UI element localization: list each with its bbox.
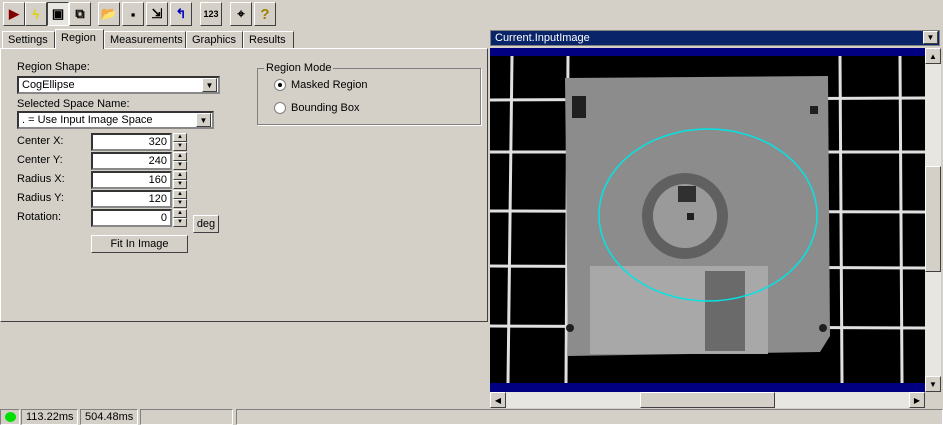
field-input[interactable]: 240 bbox=[91, 152, 172, 170]
region-mode-group: Region Mode Masked Region Bounding Box bbox=[257, 62, 481, 125]
help-icon: ? bbox=[260, 5, 270, 23]
status-time-1: 113.22ms bbox=[21, 409, 78, 425]
vertical-scroll-thumb[interactable] bbox=[925, 166, 941, 272]
chevron-down-icon[interactable]: ▼ bbox=[196, 113, 211, 127]
region-mode-option[interactable]: Masked Region bbox=[274, 79, 367, 91]
spin-button[interactable]: ▲ ▼ bbox=[173, 133, 187, 151]
scroll-up-button[interactable]: ▲ bbox=[925, 48, 941, 64]
spin-up-icon[interactable]: ▲ bbox=[173, 171, 187, 180]
vertical-scrollbar[interactable]: ▲ ▼ bbox=[925, 48, 941, 392]
spin-down-icon[interactable]: ▼ bbox=[173, 218, 187, 227]
region-shape-dropdown[interactable]: CogEllipse ▼ bbox=[17, 76, 220, 94]
numeric-display-button[interactable]: 123 bbox=[200, 2, 222, 26]
numeric-display-icon: 123 bbox=[203, 9, 219, 19]
tool-properties-icon: ⌖ bbox=[237, 6, 245, 21]
scroll-left-button[interactable]: ◀ bbox=[490, 392, 506, 408]
show-image-icon: ▣ bbox=[51, 6, 65, 21]
tab-results[interactable]: Results bbox=[243, 31, 294, 49]
image-selector-dropdown[interactable]: Current.InputImage ▼ bbox=[490, 30, 940, 46]
space-name-dropdown[interactable]: . = Use Input Image Space ▼ bbox=[17, 111, 214, 129]
radio-icon[interactable] bbox=[274, 79, 286, 91]
status-indicator bbox=[0, 409, 20, 425]
field-label: Center X: bbox=[17, 135, 64, 147]
tab-settings[interactable]: Settings bbox=[2, 31, 55, 49]
tab-region[interactable]: Region bbox=[55, 29, 104, 49]
field-label: Radius Y: bbox=[17, 192, 64, 204]
lightning-button[interactable]: ϟ bbox=[25, 2, 47, 26]
save-as-icon: ⇲ bbox=[151, 6, 163, 21]
spin-button[interactable]: ▲ ▼ bbox=[173, 209, 187, 227]
save-as-button[interactable]: ⇲ bbox=[146, 2, 168, 26]
horizontal-scroll-thumb[interactable] bbox=[640, 392, 775, 408]
scroll-right-button[interactable]: ▶ bbox=[909, 392, 925, 408]
tab-measurements[interactable]: Measurements bbox=[104, 31, 186, 49]
float-window-button[interactable]: ⧉ bbox=[69, 2, 91, 26]
fit-in-image-button[interactable]: Fit In Image bbox=[91, 235, 188, 253]
status-pane-3 bbox=[140, 409, 233, 425]
show-image-button[interactable]: ▣ bbox=[47, 2, 69, 26]
reset-icon: ↰ bbox=[175, 6, 187, 21]
field-input[interactable]: 0 bbox=[91, 209, 172, 227]
run-icon: ▶ bbox=[9, 6, 19, 21]
help-button[interactable]: ? bbox=[254, 2, 276, 26]
field-input[interactable]: 320 bbox=[91, 133, 172, 151]
region-shape-label: Region Shape: bbox=[17, 61, 90, 73]
spin-up-icon[interactable]: ▲ bbox=[173, 133, 187, 142]
spin-down-icon[interactable]: ▼ bbox=[173, 180, 187, 189]
tab-graphics[interactable]: Graphics bbox=[186, 31, 243, 49]
spin-up-icon[interactable]: ▲ bbox=[173, 152, 187, 161]
field-label: Rotation: bbox=[17, 211, 62, 223]
field-label: Center Y: bbox=[17, 154, 63, 166]
region-mode-title: Region Mode bbox=[264, 62, 334, 74]
save-icon: ▪ bbox=[130, 6, 136, 22]
spin-down-icon[interactable]: ▼ bbox=[173, 161, 187, 170]
horizontal-scrollbar[interactable]: ◀ ▶ bbox=[490, 392, 925, 408]
spin-button[interactable]: ▲ ▼ bbox=[173, 152, 187, 170]
spin-up-icon[interactable]: ▲ bbox=[173, 190, 187, 199]
spin-button[interactable]: ▲ ▼ bbox=[173, 190, 187, 208]
open-folder-icon: 📂 bbox=[100, 6, 118, 21]
chevron-down-icon[interactable]: ▼ bbox=[923, 31, 938, 44]
spin-down-icon[interactable]: ▼ bbox=[173, 199, 187, 208]
save-button[interactable]: ▪ bbox=[122, 2, 144, 26]
field-input[interactable]: 120 bbox=[91, 190, 172, 208]
space-name-value: . = Use Input Image Space bbox=[22, 114, 153, 126]
open-folder-button[interactable]: 📂 bbox=[98, 2, 120, 26]
status-pane-4 bbox=[236, 409, 943, 425]
image-display[interactable] bbox=[490, 48, 925, 392]
field-label: Radius X: bbox=[17, 173, 65, 185]
region-mode-option[interactable]: Bounding Box bbox=[274, 102, 360, 114]
run-button[interactable]: ▶ bbox=[3, 2, 25, 26]
radio-icon[interactable] bbox=[274, 102, 286, 114]
tool-properties-button[interactable]: ⌖ bbox=[230, 2, 252, 26]
status-led-icon bbox=[5, 412, 16, 422]
deg-button[interactable]: deg bbox=[193, 215, 219, 233]
chevron-down-icon[interactable]: ▼ bbox=[202, 78, 217, 92]
space-name-label: Selected Space Name: bbox=[17, 98, 130, 110]
floppy-disk-image bbox=[490, 56, 925, 383]
spin-down-icon[interactable]: ▼ bbox=[173, 142, 187, 151]
lightning-icon: ϟ bbox=[32, 6, 40, 22]
spin-up-icon[interactable]: ▲ bbox=[173, 209, 187, 218]
region-shape-value: CogEllipse bbox=[22, 79, 75, 91]
spin-button[interactable]: ▲ ▼ bbox=[173, 171, 187, 189]
region-panel: Region Shape: CogEllipse ▼ Selected Spac… bbox=[0, 48, 488, 322]
status-time-2: 504.48ms bbox=[80, 409, 138, 425]
region-mode-label: Masked Region bbox=[291, 79, 368, 91]
region-mode-label: Bounding Box bbox=[291, 102, 360, 114]
image-selector-value: Current.InputImage bbox=[495, 32, 590, 44]
scroll-down-button[interactable]: ▼ bbox=[925, 376, 941, 392]
field-input[interactable]: 160 bbox=[91, 171, 172, 189]
float-window-icon: ⧉ bbox=[75, 6, 85, 21]
reset-button[interactable]: ↰ bbox=[170, 2, 192, 26]
